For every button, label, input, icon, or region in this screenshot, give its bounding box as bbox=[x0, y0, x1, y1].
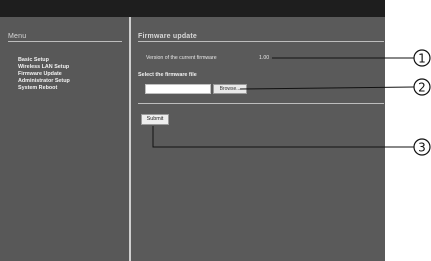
callout-3-number: 3 bbox=[418, 141, 426, 155]
callout-2-number: 2 bbox=[418, 81, 426, 95]
callout-annotations: 1 2 3 bbox=[152, 49, 431, 156]
callout-1-number: 1 bbox=[418, 52, 426, 66]
callout-2-leader bbox=[239, 86, 415, 90]
callout-3-leader bbox=[152, 126, 414, 148]
